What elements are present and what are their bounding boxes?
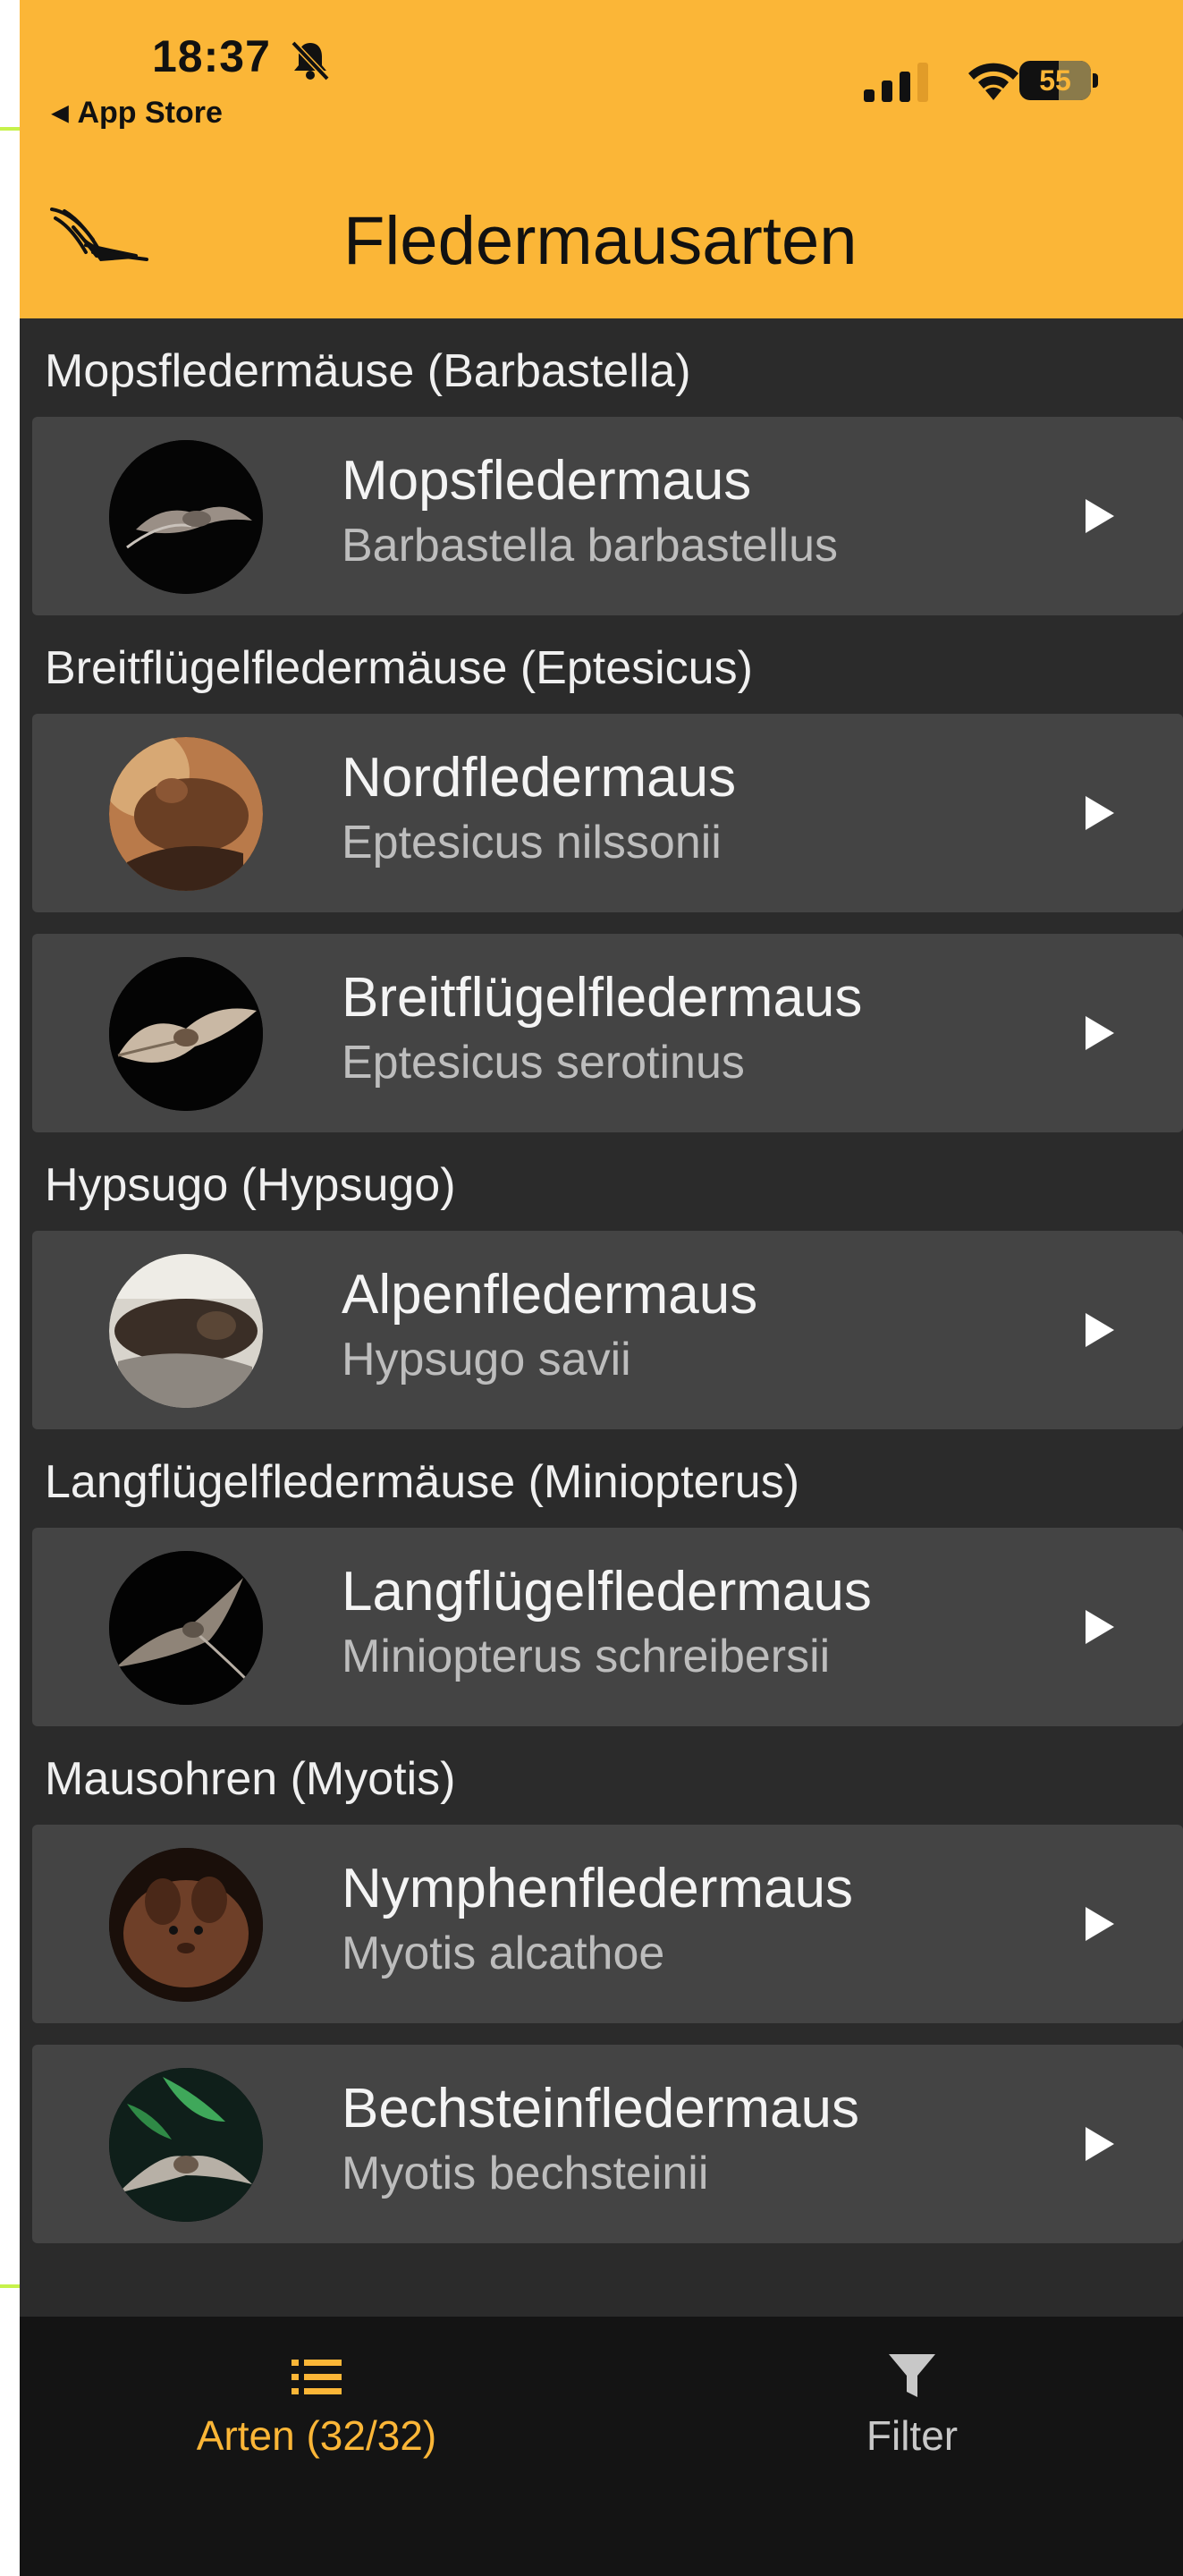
species-list: Mopsfledermäuse (Barbastella) Mopsfleder…: [20, 318, 1183, 2243]
play-arrow-icon: [1086, 1016, 1114, 1050]
status-time: 18:37: [152, 31, 271, 81]
list-item-nordfledermaus[interactable]: Nordfledermaus Eptesicus nilssonii: [32, 714, 1183, 912]
bottom-tab-bar: Arten (32/32) Filter: [20, 2317, 1183, 2576]
battery-indicator: 55: [1019, 61, 1098, 100]
bat-photo-thumbnail: [109, 957, 263, 1111]
edge-marker-top: [0, 127, 20, 131]
species-scientific-name: Miniopterus schreibersii: [342, 1631, 831, 1682]
section-header-barbastella: Mopsfledermäuse (Barbastella): [20, 318, 1183, 417]
play-arrow-icon: [1086, 499, 1114, 533]
section-header-hypsugo: Hypsugo (Hypsugo): [20, 1132, 1183, 1231]
list-item-bechsteinfledermaus[interactable]: Bechsteinfledermaus Myotis bechsteinii: [32, 2045, 1183, 2243]
bell-slash-icon: [291, 40, 330, 81]
back-to-app-store[interactable]: ◀ App Store: [52, 96, 223, 131]
species-scientific-name: Barbastella barbastellus: [342, 520, 838, 572]
tab-arten[interactable]: Arten (32/32): [138, 2352, 495, 2460]
back-app-label: App Store: [77, 96, 223, 130]
species-common-name: Mopsfledermaus: [342, 450, 752, 512]
play-arrow-icon: [1086, 1907, 1114, 1941]
tab-filter[interactable]: Filter: [733, 2352, 1091, 2460]
list-item-langfluegelfledermaus[interactable]: Langflügelfledermaus Miniopterus schreib…: [32, 1528, 1183, 1726]
list-item-alpenfledermaus[interactable]: Alpenfledermaus Hypsugo savii: [32, 1231, 1183, 1429]
header-bar: 18:37 ◀ App Store 55 Fledermausarten: [20, 0, 1183, 318]
list-item-breitfluegelfledermaus[interactable]: Breitflügelfledermaus Eptesicus serotinu…: [32, 934, 1183, 1132]
play-arrow-icon: [1086, 796, 1114, 830]
edge-marker-bottom: [0, 2284, 20, 2288]
bat-photo-thumbnail: [109, 737, 263, 891]
list-item-mopsfledermaus[interactable]: Mopsfledermaus Barbastella barbastellus: [32, 417, 1183, 615]
cellular-signal-icon: [864, 63, 928, 102]
species-common-name: Alpenfledermaus: [342, 1264, 758, 1326]
bat-wing-logo-icon[interactable]: [46, 200, 154, 272]
list-icon: [292, 2360, 342, 2394]
list-item-nymphenfledermaus[interactable]: Nymphenfledermaus Myotis alcathoe: [32, 1825, 1183, 2023]
back-triangle-icon: ◀: [52, 101, 69, 125]
species-common-name: Nymphenfledermaus: [342, 1858, 854, 1919]
species-scientific-name: Eptesicus serotinus: [342, 1037, 745, 1089]
wifi-icon: [968, 63, 1018, 100]
bat-photo-thumbnail: [109, 2068, 263, 2222]
tab-filter-label: Filter: [866, 2412, 959, 2459]
bat-photo-thumbnail: [109, 1551, 263, 1705]
battery-level: 55: [1039, 64, 1071, 97]
play-arrow-icon: [1086, 1610, 1114, 1644]
play-arrow-icon: [1086, 1313, 1114, 1347]
section-header-myotis: Mausohren (Myotis): [20, 1726, 1183, 1825]
species-scientific-name: Hypsugo savii: [342, 1334, 631, 1385]
section-header-eptesicus: Breitflügelfledermäuse (Eptesicus): [20, 615, 1183, 714]
species-scientific-name: Eptesicus nilssonii: [342, 817, 722, 869]
species-common-name: Nordfledermaus: [342, 747, 737, 809]
tab-arten-label: Arten (32/32): [196, 2412, 437, 2459]
filter-icon: [889, 2354, 935, 2397]
play-arrow-icon: [1086, 2127, 1114, 2161]
section-header-miniopterus: Langflügelfledermäuse (Miniopterus): [20, 1429, 1183, 1528]
species-common-name: Langflügelfledermaus: [342, 1561, 872, 1623]
page-title: Fledermausarten: [343, 203, 858, 279]
bat-photo-thumbnail: [109, 440, 263, 594]
species-common-name: Bechsteinfledermaus: [342, 2078, 859, 2140]
app-screen: 18:37 ◀ App Store 55 Fledermausarten Mop…: [20, 0, 1183, 2576]
species-scientific-name: Myotis alcathoe: [342, 1928, 665, 1979]
species-common-name: Breitflügelfledermaus: [342, 967, 863, 1029]
species-scientific-name: Myotis bechsteinii: [342, 2148, 709, 2199]
bat-photo-thumbnail: [109, 1848, 263, 2002]
bat-photo-thumbnail: [109, 1254, 263, 1408]
